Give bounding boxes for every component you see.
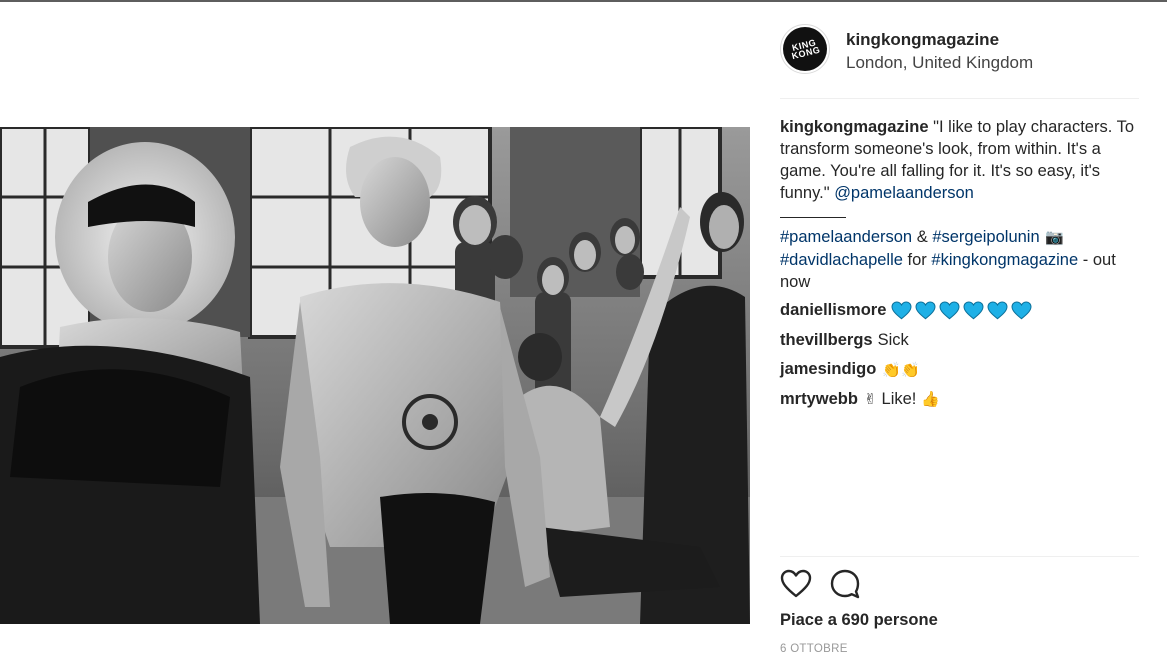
post-caption: kingkongmagazine "I like to play charact… <box>780 116 1136 293</box>
clap-icon: 👏👏 <box>882 361 920 379</box>
blue-heart-icon <box>987 301 1008 320</box>
hashtag-kingkongmagazine[interactable]: #kingkongmagazine <box>931 251 1078 269</box>
victory-hand-icon: ✌ <box>863 391 877 409</box>
post-location[interactable]: London, United Kingdom <box>846 53 1033 73</box>
comment-username[interactable]: jamesindigo <box>780 360 876 379</box>
avatar-logo: KING KONG <box>783 27 827 71</box>
header-divider <box>780 98 1139 99</box>
avatar-logo-text: KING KONG <box>790 37 822 62</box>
blue-heart-icon <box>1011 301 1032 320</box>
actions-divider <box>780 556 1139 557</box>
comment-text: Sick <box>877 330 909 349</box>
like-button[interactable] <box>780 568 812 600</box>
comment-username[interactable]: thevillbergs <box>780 331 873 350</box>
post-sidebar: KING KONG kingkongmagazine London, Unite… <box>780 0 1140 668</box>
photo-illustration <box>0 127 750 624</box>
hashtag-sergeipolunin[interactable]: #sergeipolunin <box>932 228 1039 246</box>
comment-text: Like! <box>881 389 917 408</box>
blue-heart-icon <box>939 301 960 320</box>
comment-row: jamesindigo 👏👏 <box>780 355 1136 385</box>
comment-row: thevillbergs Sick <box>780 326 1136 356</box>
blue-heart-icon <box>891 301 912 320</box>
comment-row: mrtywebb ✌ Like! 👍 <box>780 385 1136 415</box>
post-date[interactable]: 6 OTTOBRE <box>780 643 848 655</box>
avatar[interactable]: KING KONG <box>780 24 830 74</box>
likes-count[interactable]: Piace a 690 persone <box>780 611 938 630</box>
camera-icon: 📷 <box>1045 229 1064 246</box>
caption-rule <box>780 217 846 218</box>
caption-for: for <box>907 251 927 269</box>
caption-ampersand: & <box>916 228 928 246</box>
blue-heart-icon <box>963 301 984 320</box>
post-photo[interactable] <box>0 127 750 624</box>
post-actions <box>780 568 980 602</box>
comment-icon <box>830 569 860 599</box>
comment-row: daniellismore <box>780 296 1136 326</box>
thumbs-up-icon: 👍 <box>921 391 941 409</box>
comment-hearts <box>891 301 1035 320</box>
caption-mention[interactable]: @pamelaanderson <box>834 184 974 202</box>
hashtag-davidlachapelle[interactable]: #davidlachapelle <box>780 251 903 269</box>
caption-username[interactable]: kingkongmagazine <box>780 118 929 136</box>
heart-icon <box>780 569 812 598</box>
post-username[interactable]: kingkongmagazine <box>846 30 999 50</box>
comment-username[interactable]: daniellismore <box>780 301 886 320</box>
comment-button[interactable] <box>829 568 861 600</box>
post-header: KING KONG kingkongmagazine London, Unite… <box>780 24 1140 76</box>
hashtag-pamelaanderson[interactable]: #pamelaanderson <box>780 228 912 246</box>
comment-username[interactable]: mrtywebb <box>780 390 858 409</box>
blue-heart-icon <box>915 301 936 320</box>
comments-list: daniellismore thevillbergs Sick jamesind… <box>780 296 1136 414</box>
